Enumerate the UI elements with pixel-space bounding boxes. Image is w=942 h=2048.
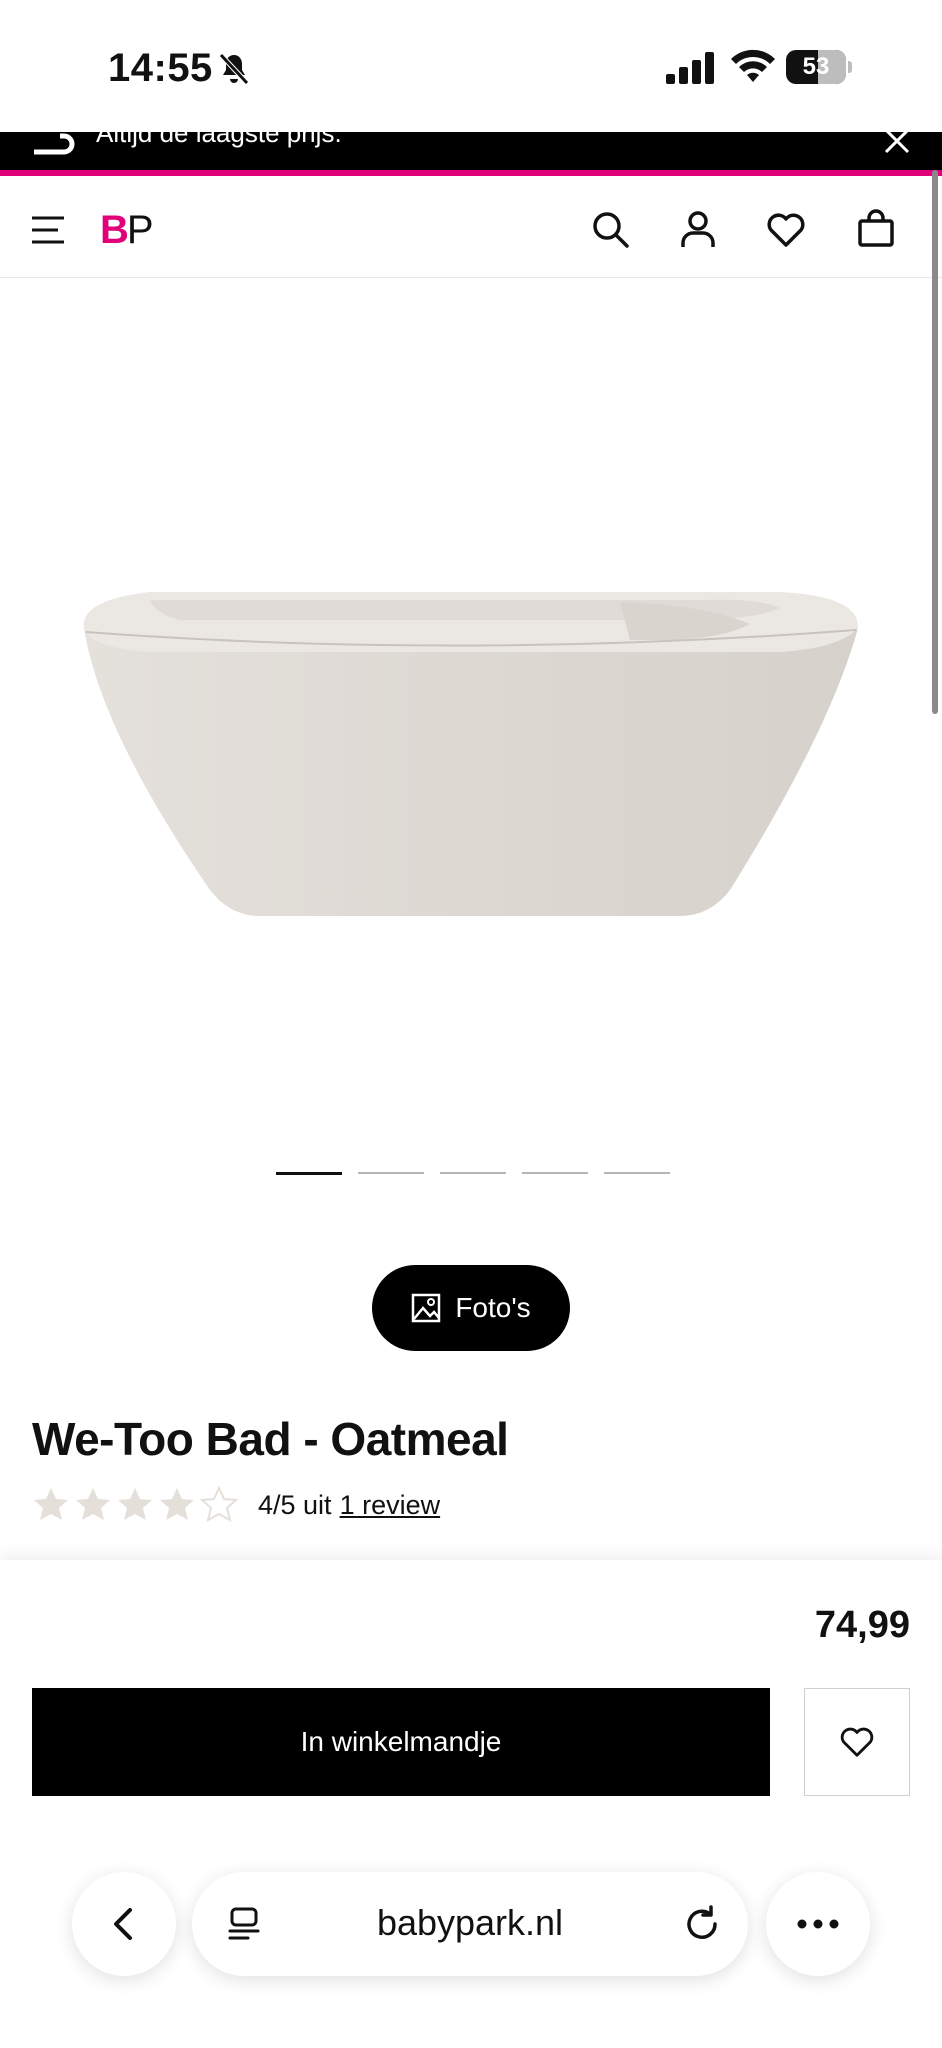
add-to-cart-button[interactable]: In winkelmandje xyxy=(32,1688,770,1796)
cellular-signal-icon xyxy=(666,52,714,84)
browser-back-button[interactable] xyxy=(72,1872,176,1976)
close-icon[interactable] xyxy=(882,132,912,156)
star-icon xyxy=(200,1486,238,1522)
product-price: 74,99 xyxy=(814,1604,910,1646)
brand-logo[interactable]: BP xyxy=(100,208,154,252)
product-title: We-Too Bad - Oatmeal xyxy=(32,1413,509,1465)
reload-icon[interactable] xyxy=(682,1904,722,1944)
promo-text: Altijd de laagste prijs. xyxy=(96,132,342,148)
wifi-icon xyxy=(731,49,775,82)
more-options-button[interactable] xyxy=(766,1872,870,1976)
menu-icon[interactable] xyxy=(30,212,66,248)
star-icon xyxy=(34,1488,68,1520)
battery-indicator: 53 xyxy=(786,50,852,84)
photos-button-label: Foto's xyxy=(455,1292,531,1323)
search-icon[interactable] xyxy=(590,209,630,249)
carousel-dot-1[interactable] xyxy=(276,1172,342,1175)
rating-text: 4/5 uit xyxy=(258,1489,332,1520)
carousel-dot-5[interactable] xyxy=(604,1172,670,1174)
carousel-dot-3[interactable] xyxy=(440,1172,506,1174)
shopping-bag-icon[interactable] xyxy=(856,209,896,249)
promo-banner: Altijd de laagste prijs. xyxy=(0,132,942,176)
star-icon xyxy=(118,1488,152,1520)
address-bar[interactable]: babypark.nl xyxy=(192,1872,748,1976)
ellipsis-icon xyxy=(797,1919,839,1929)
heart-icon[interactable] xyxy=(766,209,806,249)
review-link[interactable]: 1 review xyxy=(340,1490,441,1521)
product-rating: 4/5 uit 1 review xyxy=(32,1486,440,1524)
rating-stars xyxy=(32,1486,238,1524)
status-time: 14:55 xyxy=(108,46,213,90)
status-bar: 14:55 53 xyxy=(0,0,942,132)
photos-button[interactable]: Foto's xyxy=(372,1265,570,1351)
star-icon xyxy=(160,1488,194,1520)
browser-toolbar: babypark.nl xyxy=(0,1860,942,1976)
product-image[interactable] xyxy=(60,560,880,940)
url-text: babypark.nl xyxy=(376,1902,564,1943)
add-to-wishlist-button[interactable] xyxy=(804,1688,910,1796)
page-scrollbar[interactable] xyxy=(932,170,938,714)
promo-logo-icon xyxy=(34,133,75,155)
heart-icon xyxy=(840,1727,874,1757)
chevron-left-icon xyxy=(114,1908,132,1940)
site-header: BP xyxy=(0,182,942,278)
star-icon xyxy=(76,1488,110,1520)
bell-slash-icon xyxy=(219,53,249,85)
image-icon xyxy=(412,1293,441,1323)
carousel-dot-4[interactable] xyxy=(522,1172,588,1174)
carousel-indicators xyxy=(276,1172,670,1175)
carousel-dot-2[interactable] xyxy=(358,1172,424,1174)
battery-percentage: 53 xyxy=(802,53,830,80)
account-icon[interactable] xyxy=(678,209,718,249)
